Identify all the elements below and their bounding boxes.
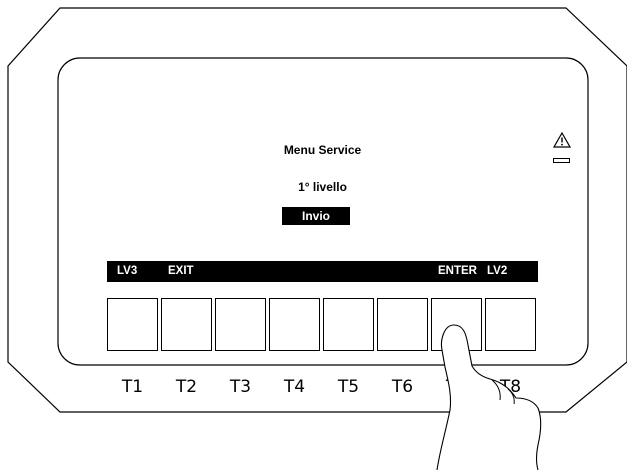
selected-menu-item: Invio (282, 207, 350, 225)
key-t8[interactable] (485, 298, 536, 351)
softkey-label-enter: ENTER (438, 265, 477, 277)
key-label-t3: T3 (229, 377, 252, 397)
key-label-t6: T6 (391, 377, 414, 397)
screen-level: 1° livello (298, 180, 347, 194)
status-led (553, 158, 570, 163)
key-t1[interactable] (107, 298, 158, 351)
key-label-t5: T5 (337, 377, 360, 397)
softkey-label-lv3: LV3 (117, 265, 138, 277)
softkey-label-lv2: LV2 (487, 265, 508, 277)
key-label-t1: T1 (121, 377, 144, 397)
softkey-bar: LV3 EXIT ENTER LV2 (107, 261, 538, 282)
key-t4[interactable] (269, 298, 320, 351)
screen-title: Menu Service (283, 143, 362, 157)
key-t2[interactable] (161, 298, 212, 351)
key-t3[interactable] (215, 298, 266, 351)
warning-triangle-icon (553, 132, 571, 148)
key-label-t8: T8 (499, 377, 522, 397)
lcd-display: Menu Service 1° livello Invio LV3 EXIT E… (107, 127, 538, 282)
key-label-t4: T4 (283, 377, 306, 397)
key-t6[interactable] (377, 298, 428, 351)
key-label-t7: T7 (445, 377, 468, 397)
key-t5[interactable] (323, 298, 374, 351)
key-label-t2: T2 (175, 377, 198, 397)
key-t7[interactable] (431, 298, 482, 351)
softkey-label-exit: EXIT (168, 265, 194, 277)
